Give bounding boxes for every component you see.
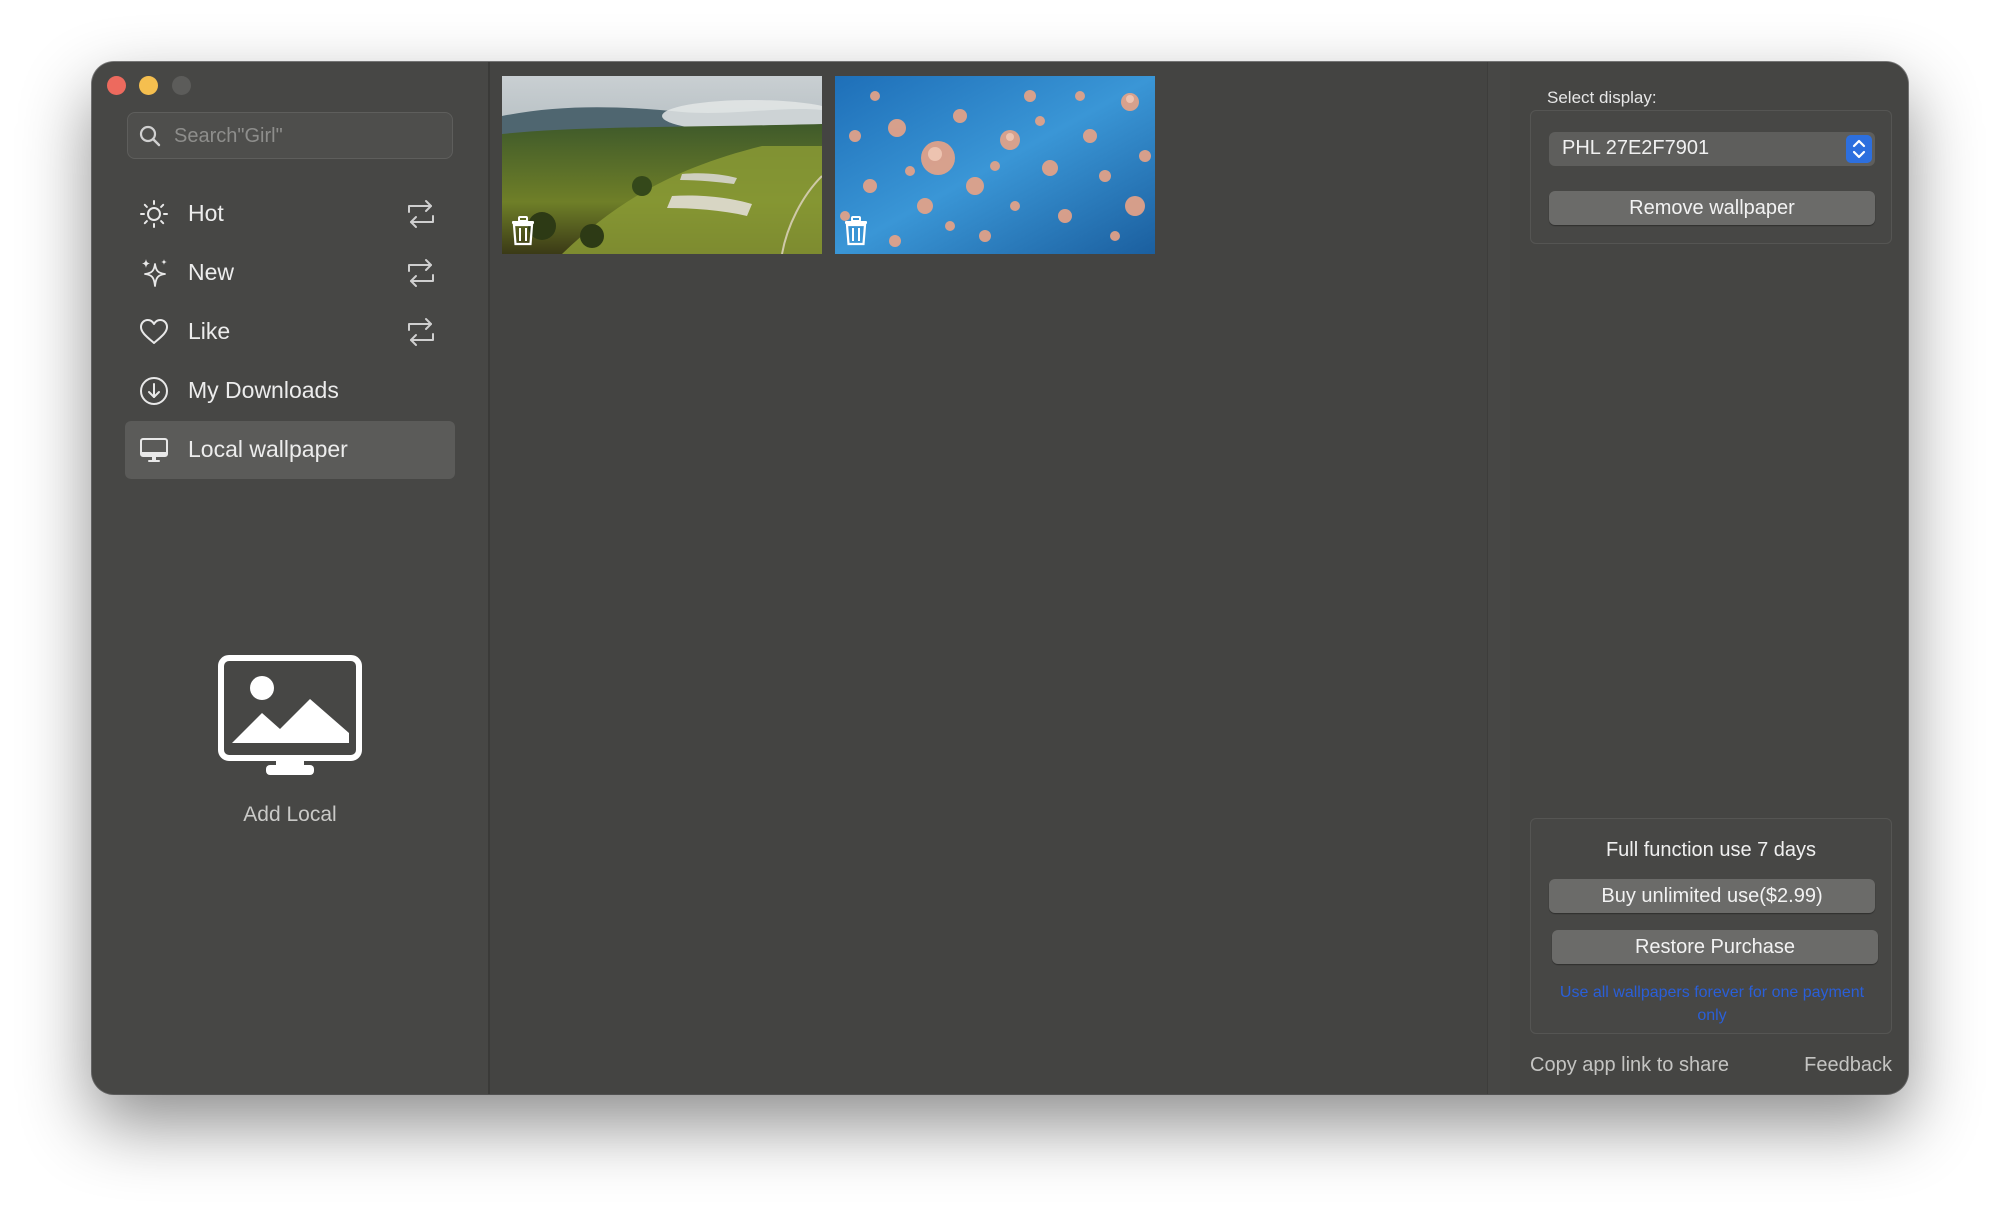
sidebar-item-my-downloads[interactable]: My Downloads: [125, 362, 455, 420]
promo-link[interactable]: Use all wallpapers forever for one payme…: [1551, 981, 1873, 1027]
chevron-updown-icon: [1846, 135, 1872, 163]
sidebar-item-label: My Downloads: [188, 377, 339, 403]
refresh-icon[interactable]: [404, 317, 438, 347]
sparkles-icon: [142, 259, 167, 287]
sidebar-item-label: Like: [188, 318, 231, 344]
wallpaper-thumbnail[interactable]: [835, 76, 1155, 254]
window-minimize-button[interactable]: [139, 76, 158, 95]
search-input[interactable]: [172, 113, 446, 160]
sun-icon: [140, 200, 168, 228]
sidebar-item-new[interactable]: New: [125, 244, 455, 302]
display-select[interactable]: PHL 27E2F7901: [1549, 132, 1875, 166]
buy-unlimited-button[interactable]: Buy unlimited use($2.99): [1549, 879, 1875, 913]
settings-panel: Select display: PHL 27E2F7901 Remove wal…: [1510, 62, 1908, 1094]
scrollbar[interactable]: [1487, 62, 1511, 1094]
sidebar-item-label: Local wallpaper: [188, 436, 348, 462]
sidebar-item-like[interactable]: Like: [125, 303, 455, 361]
display-settings-box: PHL 27E2F7901 Remove wallpaper: [1530, 110, 1892, 244]
monitor-icon: [140, 438, 168, 462]
sidebar: Hot New: [92, 62, 490, 1094]
monitor-photo-icon: [218, 655, 362, 775]
sidebar-item-label: New: [188, 259, 235, 285]
hills-image: [502, 76, 822, 254]
restore-purchase-button[interactable]: Restore Purchase: [1552, 930, 1878, 964]
add-local-label: Add Local: [243, 803, 337, 826]
jellyfish-image: [835, 76, 1155, 254]
refresh-icon[interactable]: [404, 199, 438, 229]
app-window: Hot New: [92, 62, 1908, 1094]
trial-text: Full function use 7 days: [1605, 839, 1817, 861]
heart-icon: [140, 319, 168, 344]
wallpaper-thumbnail[interactable]: [502, 76, 822, 254]
display-select-value: PHL 27E2F7901: [1562, 137, 1710, 159]
wallpaper-grid: [490, 62, 1490, 1094]
download-circle-icon: [140, 377, 168, 405]
select-display-label: Select display:: [1547, 88, 1657, 107]
add-local-button[interactable]: Add Local: [192, 655, 388, 827]
trash-icon[interactable]: [510, 216, 536, 246]
copy-app-link[interactable]: Copy app link to share: [1530, 1054, 1729, 1077]
trash-icon[interactable]: [843, 216, 869, 246]
window-close-button[interactable]: [107, 76, 126, 95]
window-zoom-button[interactable]: [172, 76, 191, 95]
sidebar-item-hot[interactable]: Hot: [125, 185, 455, 243]
search-icon: [139, 125, 161, 147]
feedback-link[interactable]: Feedback: [1804, 1054, 1892, 1077]
purchase-box: Full function use 7 days Buy unlimited u…: [1530, 818, 1892, 1034]
sidebar-item-label: Hot: [188, 200, 224, 226]
remove-wallpaper-button[interactable]: Remove wallpaper: [1549, 191, 1875, 225]
sidebar-item-local-wallpaper[interactable]: Local wallpaper: [125, 421, 455, 479]
refresh-icon[interactable]: [404, 258, 438, 288]
search-field[interactable]: [127, 112, 453, 160]
